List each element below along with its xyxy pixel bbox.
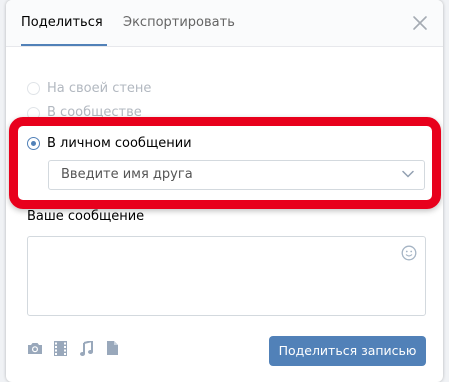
option-label: На своей стене [47, 80, 152, 96]
camera-icon[interactable] [27, 341, 43, 355]
message-label: Ваше сообщение [27, 209, 145, 224]
tab-export[interactable]: Экспортировать [123, 15, 235, 30]
message-textarea[interactable] [27, 236, 426, 316]
option-label: В личном сообщении [47, 135, 192, 151]
dialog-header: Поделиться Экспортировать [6, 0, 443, 47]
option-label: В сообществе [47, 105, 142, 117]
share-post-button[interactable]: Поделиться записью [269, 336, 426, 366]
video-icon[interactable] [54, 341, 67, 356]
friend-select[interactable]: Введите имя друга [48, 160, 425, 190]
radio-button-selected[interactable] [27, 136, 40, 150]
smile-icon[interactable] [401, 245, 417, 261]
radio-button[interactable] [27, 107, 40, 117]
option-community[interactable]: В сообществе [27, 105, 142, 117]
document-icon[interactable] [107, 341, 118, 355]
option-private-message[interactable]: В личном сообщении [27, 134, 192, 152]
share-dialog: Поделиться Экспортировать На своей стене… [6, 0, 443, 382]
radio-button[interactable] [27, 81, 40, 95]
friend-select-placeholder: Введите имя друга [61, 167, 193, 182]
close-icon[interactable] [411, 14, 429, 32]
option-own-wall[interactable]: На своей стене [27, 79, 151, 97]
chevron-down-icon [402, 170, 414, 178]
music-icon[interactable] [80, 341, 93, 356]
active-tab-indicator [21, 44, 107, 46]
tab-share[interactable]: Поделиться [21, 15, 103, 30]
